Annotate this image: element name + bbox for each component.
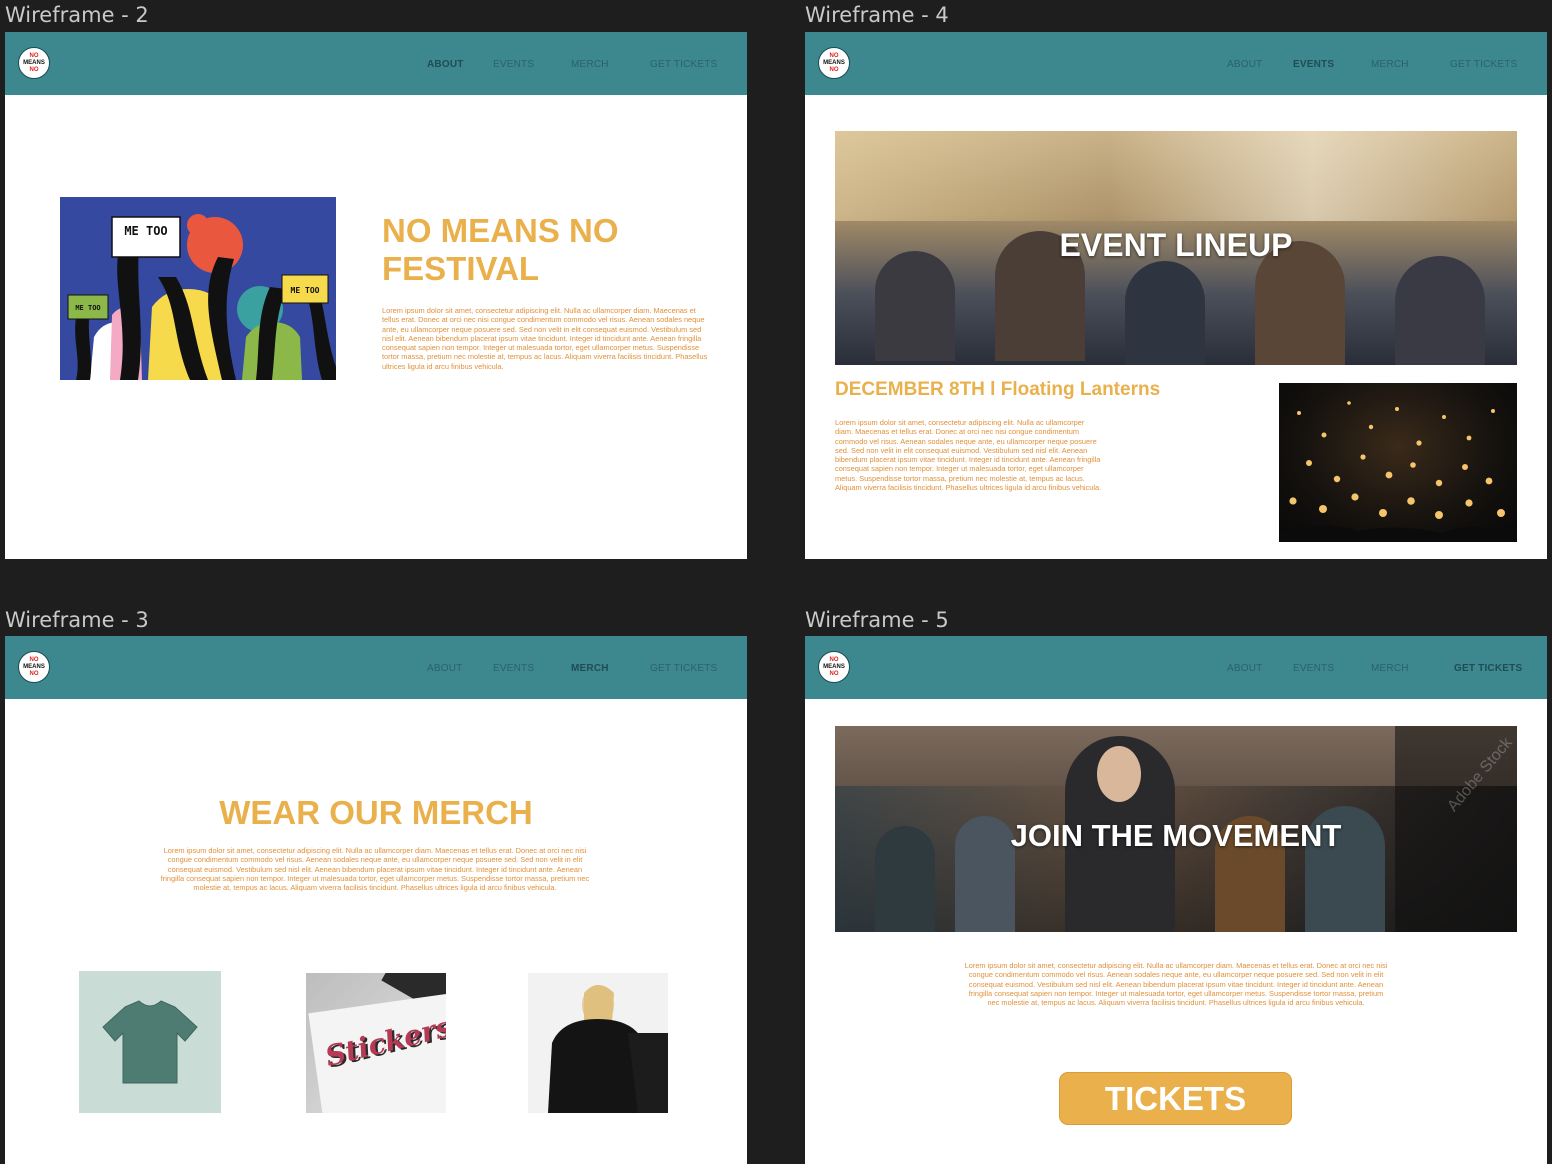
navbar: NO MEANS NO ABOUT EVENTS MERCH GET TICKE…	[5, 636, 747, 699]
nav-get-tickets[interactable]: GET TICKETS	[650, 59, 717, 70]
event-body-text: Lorem ipsum dolor sit amet, consectetur …	[835, 418, 1102, 493]
logo-text-means: MEANS	[823, 663, 845, 670]
event-date-title: DECEMBER 8TH l Floating Lanterns	[835, 379, 1161, 400]
nav-get-tickets[interactable]: GET TICKETS	[1454, 663, 1522, 674]
protest-illustration: ME TOO ME TOO ME TOO	[67, 214, 336, 380]
navbar: NO MEANS NO ABOUT EVENTS MERCH GET TICKE…	[805, 636, 1547, 699]
protest-crowd-hero-image: Adobe Stock JOIN THE MOVEMENT	[835, 726, 1517, 932]
frame-title-wireframe-5[interactable]: Wireframe - 5	[805, 607, 949, 633]
navbar: NO MEANS NO ABOUT EVENTS MERCH GET TICKE…	[5, 32, 747, 95]
merch-title: WEAR OUR MERCH	[219, 794, 533, 831]
nav-merch[interactable]: MERCH	[571, 59, 609, 70]
merch-body-text: Lorem ipsum dolor sit amet, consectetur …	[160, 846, 590, 893]
logo-text-no-2: NO	[829, 670, 839, 677]
nav-get-tickets[interactable]: GET TICKETS	[1450, 59, 1517, 70]
wireframe-2-about: NO MEANS NO ABOUT EVENTS MERCH GET TICKE…	[5, 32, 747, 559]
nav-events[interactable]: EVENTS	[1293, 59, 1334, 70]
logo-text-no: NO	[29, 52, 39, 59]
nav-about[interactable]: ABOUT	[1227, 663, 1262, 674]
logo-text-no: NO	[829, 52, 839, 59]
nav-about[interactable]: ABOUT	[427, 663, 462, 674]
logo-text-means: MEANS	[23, 59, 45, 66]
hoodie-product-image[interactable]	[528, 973, 668, 1113]
festival-title-line2: FESTIVAL	[382, 250, 540, 287]
nav-merch[interactable]: MERCH	[1371, 59, 1409, 70]
event-lineup-heading: EVENT LINEUP	[1059, 227, 1293, 263]
frame-title-wireframe-4[interactable]: Wireframe - 4	[805, 2, 949, 28]
frame-title-wireframe-2[interactable]: Wireframe - 2	[5, 2, 149, 28]
nav-merch[interactable]: MERCH	[1371, 663, 1409, 674]
about-body-text: Lorem ipsum dolor sit amet, consectetur …	[382, 306, 708, 371]
floating-lanterns-image	[1279, 383, 1517, 542]
nav-get-tickets[interactable]: GET TICKETS	[650, 663, 717, 674]
nav-merch[interactable]: MERCH	[571, 663, 609, 674]
logo-text-means: MEANS	[23, 663, 45, 670]
me-too-poster-image: ME TOO ME TOO ME TOO	[60, 197, 336, 380]
nav-events[interactable]: EVENTS	[493, 59, 534, 70]
navbar: NO MEANS NO ABOUT EVENTS MERCH GET TICKE…	[805, 32, 1547, 95]
logo-text-means: MEANS	[823, 59, 845, 66]
stickers-product-image[interactable]: Stickers	[306, 973, 446, 1113]
tickets-body-text: Lorem ipsum dolor sit amet, consectetur …	[964, 961, 1388, 1008]
logo-text-no-2: NO	[29, 66, 39, 73]
tshirt-product-image[interactable]	[79, 971, 221, 1113]
logo-text-no-2: NO	[29, 670, 39, 677]
nav-about[interactable]: ABOUT	[427, 59, 464, 70]
logo[interactable]: NO MEANS NO	[818, 651, 850, 683]
logo[interactable]: NO MEANS NO	[818, 47, 850, 79]
logo-text-no: NO	[829, 656, 839, 663]
logo[interactable]: NO MEANS NO	[18, 651, 50, 683]
nav-events[interactable]: EVENTS	[1293, 663, 1334, 674]
lanterns-graphic	[1279, 401, 1517, 542]
logo-text-no: NO	[29, 656, 39, 663]
join-movement-heading: JOIN THE MOVEMENT	[1010, 818, 1342, 853]
concert-crowd-hero-image: EVENT LINEUP	[835, 131, 1517, 365]
nav-events[interactable]: EVENTS	[493, 663, 534, 674]
sign-left: ME TOO	[75, 304, 100, 312]
wireframe-4-events: NO MEANS NO ABOUT EVENTS MERCH GET TICKE…	[805, 32, 1547, 559]
nav-about[interactable]: ABOUT	[1227, 59, 1262, 70]
festival-title-line1: NO MEANS NO	[382, 212, 619, 249]
frame-title-wireframe-3[interactable]: Wireframe - 3	[5, 607, 149, 633]
hoodie-icon	[548, 985, 668, 1113]
sign-right: ME TOO	[291, 286, 320, 295]
tshirt-icon	[102, 1000, 198, 1084]
logo-text-no-2: NO	[829, 66, 839, 73]
tickets-button[interactable]: TICKETS	[1059, 1072, 1292, 1125]
logo[interactable]: NO MEANS NO	[18, 47, 50, 79]
sign-big: ME TOO	[124, 224, 167, 238]
wireframe-5-tickets: NO MEANS NO ABOUT EVENTS MERCH GET TICKE…	[805, 636, 1547, 1164]
festival-title: NO MEANS NO FESTIVAL	[382, 212, 619, 288]
wireframe-3-merch: NO MEANS NO ABOUT EVENTS MERCH GET TICKE…	[5, 636, 747, 1164]
